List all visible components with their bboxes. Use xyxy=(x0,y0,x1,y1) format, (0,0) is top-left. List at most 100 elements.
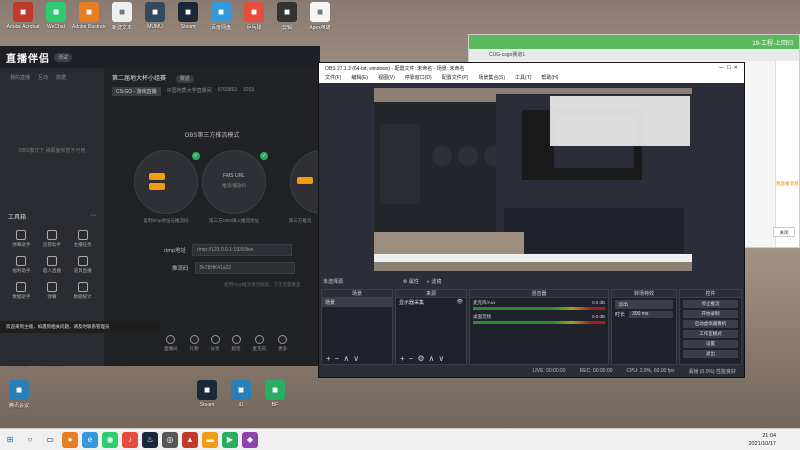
control-button[interactable]: 启动虚拟摄像机 xyxy=(683,320,738,328)
tool-label: 数据助手 xyxy=(12,294,31,299)
room-title[interactable]: 第二届地大杯小组赛 xyxy=(112,76,166,82)
duration-row: 时长 300 ms xyxy=(615,311,673,318)
steam-icon: ■ xyxy=(197,380,217,400)
control-button[interactable]: 停止推流 xyxy=(683,300,738,308)
control-button[interactable]: 退出 xyxy=(683,350,738,358)
bottom-tool[interactable]: 礼物 xyxy=(189,335,199,352)
obs-icon[interactable]: ◎ xyxy=(162,431,178,448)
desktop-icon[interactable]: ■ Steam xyxy=(171,2,205,38)
clock-date: 2021/10/17 xyxy=(748,441,776,447)
chrome-icon[interactable]: ● xyxy=(62,431,78,448)
source-item[interactable]: 显示器采集 👁 xyxy=(396,298,466,307)
copy-rtmp-button[interactable] xyxy=(149,173,165,180)
wechat-icon[interactable]: ◉ xyxy=(102,431,118,448)
desktop-icon-label: Steam xyxy=(199,402,215,408)
bottom-tool[interactable]: 分享 xyxy=(210,335,220,352)
task-view-icon[interactable]: ▭ xyxy=(42,432,58,448)
tool-item[interactable]: 弹幕助手 xyxy=(6,230,37,248)
windows-start-icon[interactable]: ⊞ xyxy=(2,432,18,448)
control-button[interactable]: 开始录制 xyxy=(683,310,738,318)
chat-contact[interactable]: CUG-csgo赛道1 xyxy=(469,49,799,61)
bottom-tool[interactable]: 超话 xyxy=(231,335,241,352)
tab-live[interactable]: 我的直播 xyxy=(10,74,30,81)
desktop-icon[interactable]: ■ Steam xyxy=(190,380,224,416)
desktop-icon[interactable]: ■ 腾讯会议 xyxy=(2,380,36,416)
live-icon[interactable]: ▶ xyxy=(222,431,238,448)
bottom-tool[interactable]: 麦克风 xyxy=(253,335,266,352)
tool-item[interactable]: 主播任务 xyxy=(67,230,98,248)
tool-item[interactable]: 数据助手 xyxy=(6,282,37,300)
control-button[interactable]: 设置 xyxy=(683,340,738,348)
rtmp-input[interactable]: rtmp://123.0.0.1:1935/live xyxy=(192,244,293,256)
folder-icon[interactable]: ▬ xyxy=(202,431,218,448)
toolbox-more-icon[interactable]: ⋯ xyxy=(90,212,96,221)
game-select[interactable]: CS:GO - 游戏直播 xyxy=(112,87,161,96)
tool-item[interactable]: 弹幕 xyxy=(37,282,68,300)
desktop-icon[interactable]: ■ Apex英雄 xyxy=(303,2,337,38)
steam-icon[interactable]: ♨ xyxy=(142,431,158,448)
apex-icon: ■ xyxy=(310,2,330,22)
tool-icon xyxy=(46,256,57,266)
desktop-icon[interactable]: ■ Adobe Acrobat xyxy=(6,2,40,38)
obs-titlebar: OBS 27.1.3 (64-bit, windows) - 配置文件: 未命名… xyxy=(319,63,744,73)
copy-key-button[interactable] xyxy=(149,183,165,190)
tool-item[interactable]: 数据统计 xyxy=(67,282,98,300)
scene-controls[interactable]: +−∧∨ xyxy=(322,354,392,364)
desktop-icon[interactable]: ■ Adobe Illustrator xyxy=(72,2,106,38)
filters-button[interactable]: ◐ 滤镜 xyxy=(427,278,441,285)
stream-key-label: 推流/播放码 xyxy=(222,183,246,188)
menu-item[interactable]: 停靠窗口(D) xyxy=(405,74,432,82)
key-label: 推流码 xyxy=(172,266,189,272)
desktop-icon[interactable]: ■ 百度网盘 xyxy=(204,2,238,38)
desktop-icon[interactable]: ■ 新建文本 xyxy=(105,2,139,38)
bottom-tool-icon xyxy=(166,335,176,344)
danmu-banner: 欢迎来到主播，如遇到相关问题，请及时联系管理员 xyxy=(0,321,160,333)
desktop-icon[interactable]: ■ MUMU xyxy=(138,2,172,38)
bf-icon: ■ xyxy=(265,380,285,400)
app-icon[interactable]: ▲ xyxy=(182,431,198,448)
properties-button[interactable]: ⚙ 属性 xyxy=(403,278,419,285)
start-stream-button[interactable] xyxy=(297,177,313,184)
chat-close-button[interactable]: 关闭 xyxy=(773,227,795,237)
tool-label: 超人直播 xyxy=(42,268,61,273)
desktop-icon[interactable]: ■ 乒乓球 xyxy=(237,2,271,38)
menu-item[interactable]: 工具(T) xyxy=(515,74,531,82)
bottom-tool[interactable]: 直播间 xyxy=(164,335,178,352)
menu-item[interactable]: 文件(F) xyxy=(325,74,341,82)
source-controls[interactable]: +−⚙∧∨ xyxy=(396,354,466,364)
eye-icon[interactable]: 👁 xyxy=(457,299,463,306)
desktop-icon[interactable]: ■ iU xyxy=(224,380,258,416)
menu-item[interactable]: 视图(V) xyxy=(378,74,395,82)
menu-item[interactable]: 编辑(E) xyxy=(351,74,368,82)
stream-key-input[interactable]: 5k78HK41a22 xyxy=(194,262,295,274)
chat-side: 我直播消息 xyxy=(775,61,799,247)
transition-select[interactable]: 淡出 xyxy=(615,300,673,309)
edge-icon[interactable]: e xyxy=(82,431,98,448)
mixer-mic-db: 0.0 dB xyxy=(591,300,605,305)
room-tag: 赛道 xyxy=(175,75,194,83)
control-button[interactable]: 工作室模式 xyxy=(683,330,738,338)
bottom-tool-label: 直播间 xyxy=(164,346,178,351)
app2-icon[interactable]: ◆ xyxy=(242,431,258,448)
menu-item[interactable]: 配置文件(P) xyxy=(442,74,469,82)
bottom-tool[interactable]: 更多 xyxy=(278,335,287,352)
tool-item[interactable]: 道具直播 xyxy=(67,256,98,274)
video-icon: ■ xyxy=(277,2,297,22)
menu-item[interactable]: 帮助(H) xyxy=(541,74,558,82)
tool-item[interactable]: 福利助手 xyxy=(6,256,37,274)
search-icon[interactable]: ○ xyxy=(22,432,38,448)
obs-preview[interactable] xyxy=(374,88,692,271)
window-controls[interactable]: — ☐ ✕ xyxy=(719,65,738,71)
music-icon[interactable]: ♪ xyxy=(122,431,138,448)
tab-interact[interactable]: 互动 xyxy=(38,74,48,81)
menu-item[interactable]: 场景集合(S) xyxy=(478,74,505,82)
tab-data[interactable]: 数据 xyxy=(56,74,66,81)
clock[interactable]: 21:04 2021/10/17 xyxy=(748,432,776,448)
tool-item[interactable]: 房管助手 xyxy=(37,230,68,248)
duration-input[interactable]: 300 ms xyxy=(629,311,673,318)
desktop-icon[interactable]: ■ 剪辑 xyxy=(270,2,304,38)
tool-item[interactable]: 超人直播 xyxy=(37,256,68,274)
scene-item[interactable]: 场景 xyxy=(322,298,392,307)
desktop-icon[interactable]: ■ WeChat xyxy=(39,2,73,38)
desktop-icon[interactable]: ■ BF xyxy=(258,380,292,416)
